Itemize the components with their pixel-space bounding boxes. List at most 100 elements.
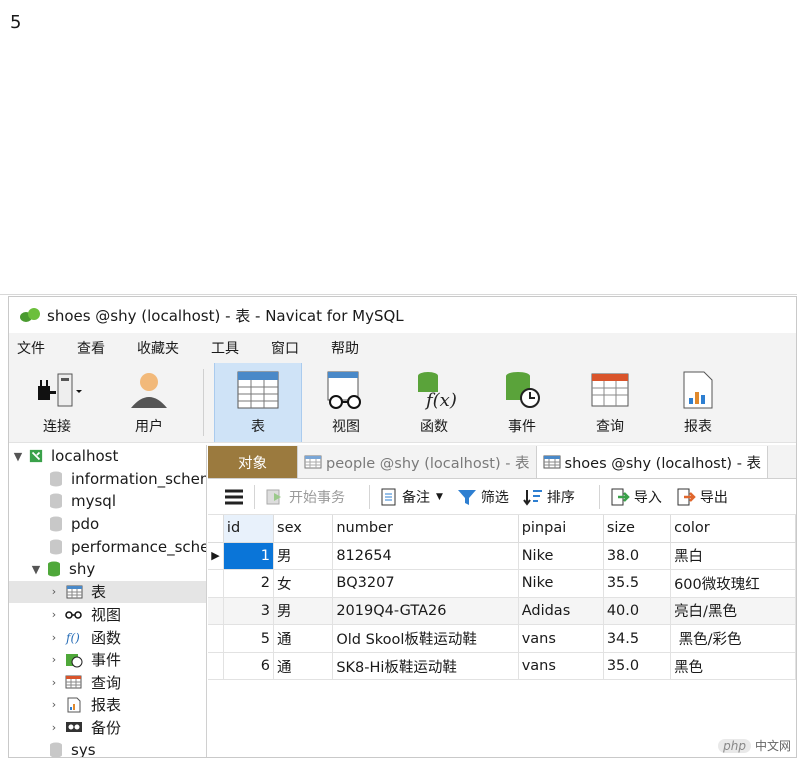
table-row[interactable]: 5 通 Old Skool板鞋运动鞋 vans 34.5 黑色/彩色 xyxy=(208,624,796,653)
tree-item-backups[interactable]: › 备份 xyxy=(9,716,206,739)
cell-sex[interactable]: 男 xyxy=(273,542,334,571)
table-row[interactable]: ▶ 1 男 812654 Nike 38.0 黑白 xyxy=(208,542,796,571)
cell-color[interactable]: 600微玫瑰红 xyxy=(670,569,796,598)
cell-number[interactable]: Old Skool板鞋运动鞋 xyxy=(332,624,519,653)
tab-objects[interactable]: 对象 xyxy=(208,446,298,478)
cell-id[interactable]: 3 xyxy=(223,597,275,626)
toolbar-connect-button[interactable]: 连接 xyxy=(9,363,105,442)
column-header-pinpai[interactable]: pinpai xyxy=(518,515,604,543)
import-button[interactable]: 导入 xyxy=(610,487,662,507)
table-row[interactable]: 6 通 SK8-Hi板鞋运动鞋 vans 35.0 黑色 xyxy=(208,652,796,681)
column-header-color[interactable]: color xyxy=(670,515,796,543)
menu-tools[interactable]: 工具 xyxy=(211,338,239,358)
toolbar-view-button[interactable]: 视图 xyxy=(302,363,390,442)
menu-help[interactable]: 帮助 xyxy=(331,338,359,358)
tree-database[interactable]: sys xyxy=(9,739,206,757)
tree-item-reports[interactable]: › 报表 xyxy=(9,694,206,717)
toolbar-report-button[interactable]: 报表 xyxy=(654,363,742,442)
tree-connection[interactable]: ▼ localhost xyxy=(9,445,206,468)
chevron-right-icon[interactable]: › xyxy=(47,608,61,621)
tree-item-tables[interactable]: › 表 xyxy=(9,580,206,604)
menu-view[interactable]: 查看 xyxy=(77,338,105,358)
cell-id[interactable]: 2 xyxy=(223,569,275,598)
table-row[interactable]: 2 女 BQ3207 Nike 35.5 600微玫瑰红 xyxy=(208,569,796,598)
tree-item-events[interactable]: › 事件 xyxy=(9,648,206,671)
cell-pinpai[interactable]: vans xyxy=(518,624,604,653)
hamburger-menu-icon[interactable] xyxy=(224,489,244,505)
table-icon xyxy=(543,455,561,469)
chevron-right-icon[interactable]: › xyxy=(47,698,61,711)
svg-text:f(x): f(x) xyxy=(424,390,456,410)
menu-file[interactable]: 文件 xyxy=(17,338,45,358)
cell-sex[interactable]: 通 xyxy=(273,624,334,653)
database-icon xyxy=(50,493,62,509)
cell-size[interactable]: 35.5 xyxy=(603,569,672,598)
column-header-number[interactable]: number xyxy=(332,515,519,543)
tree-label: 事件 xyxy=(91,651,122,670)
tree-database-open[interactable]: ▼ shy xyxy=(9,558,206,581)
report-icon xyxy=(683,371,713,409)
cell-pinpai[interactable]: Nike xyxy=(518,569,604,598)
tree-database[interactable]: information_schema xyxy=(9,468,206,491)
tab-shoes-table[interactable]: shoes @shy (localhost) - 表 xyxy=(536,446,769,478)
tree-label: sys xyxy=(71,741,96,757)
chevron-right-icon[interactable]: › xyxy=(47,653,61,666)
tree-item-views[interactable]: › 视图 xyxy=(9,603,206,626)
begin-transaction-button[interactable]: 开始事务 xyxy=(265,487,345,507)
toolbar-user-button[interactable]: 用户 xyxy=(105,363,193,442)
cell-number[interactable]: SK8-Hi板鞋运动鞋 xyxy=(332,652,519,681)
column-header-id[interactable]: id xyxy=(223,515,275,543)
tree-database[interactable]: pdo xyxy=(9,513,206,536)
cell-number[interactable]: 2019Q4-GTA26 xyxy=(332,597,519,626)
chevron-down-icon[interactable]: ▼ xyxy=(11,450,25,463)
toolbar-label: 排序 xyxy=(546,489,575,506)
cell-sex[interactable]: 通 xyxy=(273,652,334,681)
tab-people-table[interactable]: people @shy (localhost) - 表 xyxy=(298,446,537,478)
cell-color[interactable]: 黑白 xyxy=(670,542,796,571)
cell-id[interactable]: 6 xyxy=(223,652,275,681)
chevron-down-icon[interactable]: ▼ xyxy=(436,492,443,502)
cell-sex[interactable]: 男 xyxy=(273,597,334,626)
column-header-sex[interactable]: sex xyxy=(273,515,334,543)
toolbar-query-button[interactable]: 查询 xyxy=(566,363,654,442)
export-button[interactable]: 导出 xyxy=(676,487,728,507)
cell-pinpai[interactable]: Adidas xyxy=(518,597,604,626)
cell-size[interactable]: 40.0 xyxy=(603,597,672,626)
cell-pinpai[interactable]: Nike xyxy=(518,542,604,571)
cell-size[interactable]: 38.0 xyxy=(603,542,672,571)
cell-size[interactable]: 35.0 xyxy=(603,652,672,681)
toolbar-function-button[interactable]: f(x) 函数 xyxy=(390,363,478,442)
tree-item-functions[interactable]: › f() 函数 xyxy=(9,626,206,649)
tree-database[interactable]: mysql xyxy=(9,490,206,513)
chevron-right-icon[interactable]: › xyxy=(47,631,61,644)
tree-database[interactable]: performance_schema xyxy=(9,535,206,558)
cell-number[interactable]: BQ3207 xyxy=(332,569,519,598)
chevron-right-icon[interactable]: › xyxy=(47,676,61,689)
toolbar-label: 视图 xyxy=(332,419,360,435)
toolbar-table-button[interactable]: 表 xyxy=(214,363,302,442)
memo-button[interactable]: 备注 ▼ xyxy=(380,487,443,507)
sort-button[interactable]: 排序 xyxy=(523,487,575,507)
cell-id[interactable]: 5 xyxy=(223,624,275,653)
cell-color[interactable]: 黑色/彩色 xyxy=(670,624,796,653)
page-number: 5 xyxy=(10,12,22,33)
chevron-right-icon[interactable]: › xyxy=(47,585,61,598)
cell-id[interactable]: 1 xyxy=(223,542,275,571)
cell-color[interactable]: 黑色 xyxy=(670,652,796,681)
cell-pinpai[interactable]: vans xyxy=(518,652,604,681)
toolbar-event-button[interactable]: 事件 xyxy=(478,363,566,442)
cell-color[interactable]: 亮白/黑色 xyxy=(670,597,796,626)
toolbar-separator xyxy=(598,484,600,509)
filter-button[interactable]: 筛选 xyxy=(457,487,509,507)
cell-size[interactable]: 34.5 xyxy=(603,624,672,653)
cell-number[interactable]: 812654 xyxy=(332,542,519,571)
table-row[interactable]: 3 男 2019Q4-GTA26 Adidas 40.0 亮白/黑色 xyxy=(208,597,796,626)
column-header-size[interactable]: size xyxy=(603,515,672,543)
tree-item-queries[interactable]: › 查询 xyxy=(9,671,206,694)
menu-window[interactable]: 窗口 xyxy=(271,338,299,358)
toolbar-label: 导入 xyxy=(633,489,662,506)
menu-favorites[interactable]: 收藏夹 xyxy=(137,338,179,358)
cell-sex[interactable]: 女 xyxy=(273,569,334,598)
chevron-down-icon[interactable]: ▼ xyxy=(29,563,43,576)
chevron-right-icon[interactable]: › xyxy=(47,721,61,734)
